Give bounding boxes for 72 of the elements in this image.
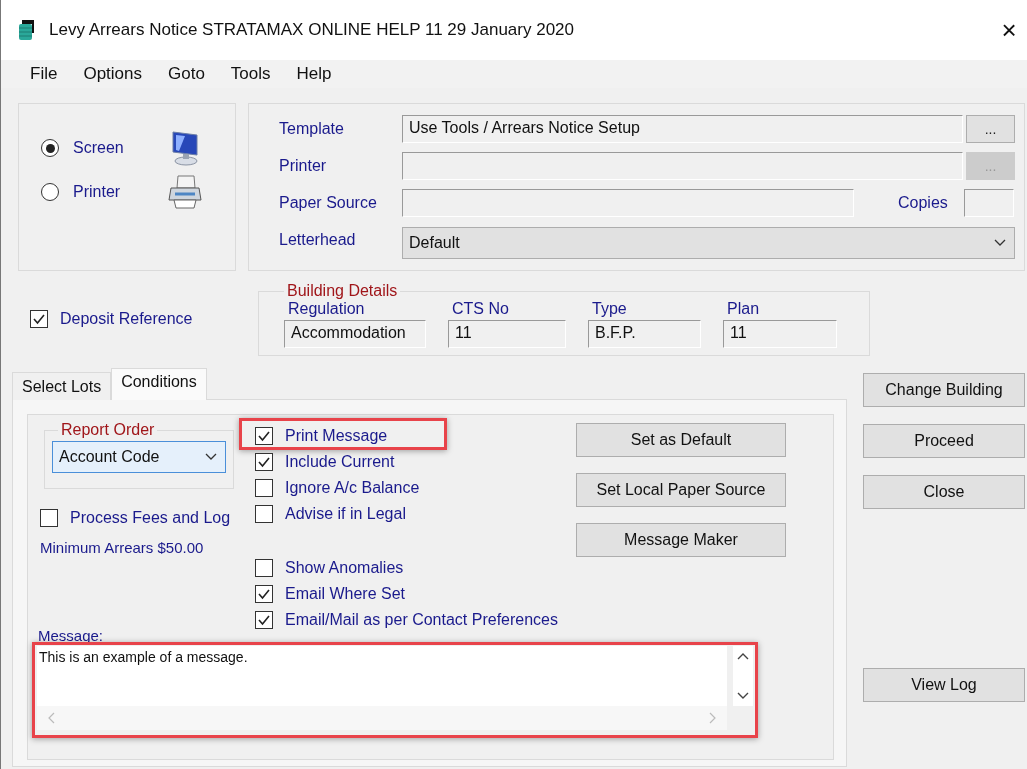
checkbox[interactable]: [30, 310, 48, 328]
checkbox-label[interactable]: Show Anomalies: [285, 559, 404, 577]
button[interactable]: Message Maker: [576, 523, 786, 557]
button[interactable]: View Log: [863, 668, 1025, 702]
window-title: Levy Arrears Notice STRATAMAX ONLINE HELP 11 29 January 2020: [49, 20, 576, 40]
chevron-left-icon: [47, 712, 55, 724]
menu-item[interactable]: Tools: [217, 64, 284, 84]
button[interactable]: Set Local Paper Source: [576, 473, 786, 507]
radio-label[interactable]: Printer: [73, 183, 167, 201]
printer-icon: [167, 174, 203, 210]
menu-item[interactable]: Options: [70, 64, 155, 84]
checkbox-label[interactable]: Process Fees and Log: [70, 509, 231, 527]
checkbox[interactable]: [255, 453, 273, 471]
field-label: Type: [591, 300, 628, 319]
checkbox[interactable]: [255, 559, 273, 577]
chevron-right-icon: [709, 712, 717, 724]
menu-item[interactable]: File: [17, 64, 71, 84]
checkbox[interactable]: [255, 611, 273, 629]
checkbox-label[interactable]: Email/Mail as per Contact Preferences: [285, 611, 558, 629]
field-label: Printer: [279, 157, 328, 175]
checkbox[interactable]: [255, 585, 273, 603]
check-icon: [257, 429, 271, 443]
close-button[interactable]: ×: [995, 14, 1023, 46]
text-field[interactable]: [402, 189, 854, 217]
checkbox-label[interactable]: Email Where Set: [285, 585, 406, 603]
checkbox-label[interactable]: Include Current: [285, 453, 395, 471]
dropdown[interactable]: Account Code: [52, 441, 226, 473]
button[interactable]: Change Building: [863, 373, 1025, 407]
button[interactable]: Close: [863, 475, 1025, 509]
button[interactable]: Proceed: [863, 424, 1025, 458]
check-icon: [257, 455, 271, 469]
message-field[interactable]: This is an example of a message.: [37, 646, 753, 730]
field-label: Message:: [38, 627, 105, 644]
field-label: CTS No: [451, 300, 510, 319]
copies-field[interactable]: [963, 189, 1014, 217]
field-label: Plan: [726, 300, 761, 319]
dropdown[interactable]: Default: [402, 227, 1015, 259]
checkbox[interactable]: [40, 509, 58, 527]
checkbox[interactable]: [255, 505, 273, 523]
field-label: Template: [279, 120, 345, 138]
checkbox-label[interactable]: Advise if in Legal: [285, 505, 406, 523]
group-title: Building Details: [286, 282, 399, 300]
check-icon: [32, 312, 46, 326]
field-label: Regulation: [287, 300, 366, 319]
checkbox-label[interactable]: Ignore A/c Balance: [285, 479, 420, 497]
chevron-up-icon: [737, 652, 749, 660]
text-field[interactable]: Use Tools / Arrears Notice Setup: [402, 115, 963, 143]
check-icon: [257, 613, 271, 627]
tab[interactable]: Select Lots: [12, 372, 112, 400]
menu-item[interactable]: Goto: [155, 64, 218, 84]
minimum-arrears-text: Minimum Arrears $50.00: [40, 539, 205, 556]
chevron-down-icon: [205, 453, 217, 461]
group-title: Report Order: [60, 421, 156, 439]
text-field[interactable]: [402, 152, 963, 180]
menu-item[interactable]: Help: [283, 64, 345, 84]
chevron-down-icon: [994, 239, 1006, 247]
checkbox-label[interactable]: Print Message: [285, 427, 388, 445]
chevron-down-icon: [737, 692, 749, 700]
checkbox[interactable]: [255, 427, 273, 445]
button[interactable]: Set as Default: [576, 423, 786, 457]
tab[interactable]: Conditions: [111, 368, 207, 400]
check-icon: [257, 587, 271, 601]
radio-label[interactable]: Screen: [73, 139, 167, 157]
field-label: Copies: [898, 194, 948, 212]
checkbox[interactable]: [255, 479, 273, 497]
radio-button[interactable]: [41, 183, 59, 201]
radio-button[interactable]: [41, 139, 59, 157]
app-icon: [17, 19, 35, 41]
field-label: Letterhead: [279, 231, 357, 249]
field-label: Paper Source: [279, 194, 378, 212]
browse-button[interactable]: ...: [966, 115, 1015, 143]
checkbox-label[interactable]: Deposit Reference: [60, 310, 193, 328]
